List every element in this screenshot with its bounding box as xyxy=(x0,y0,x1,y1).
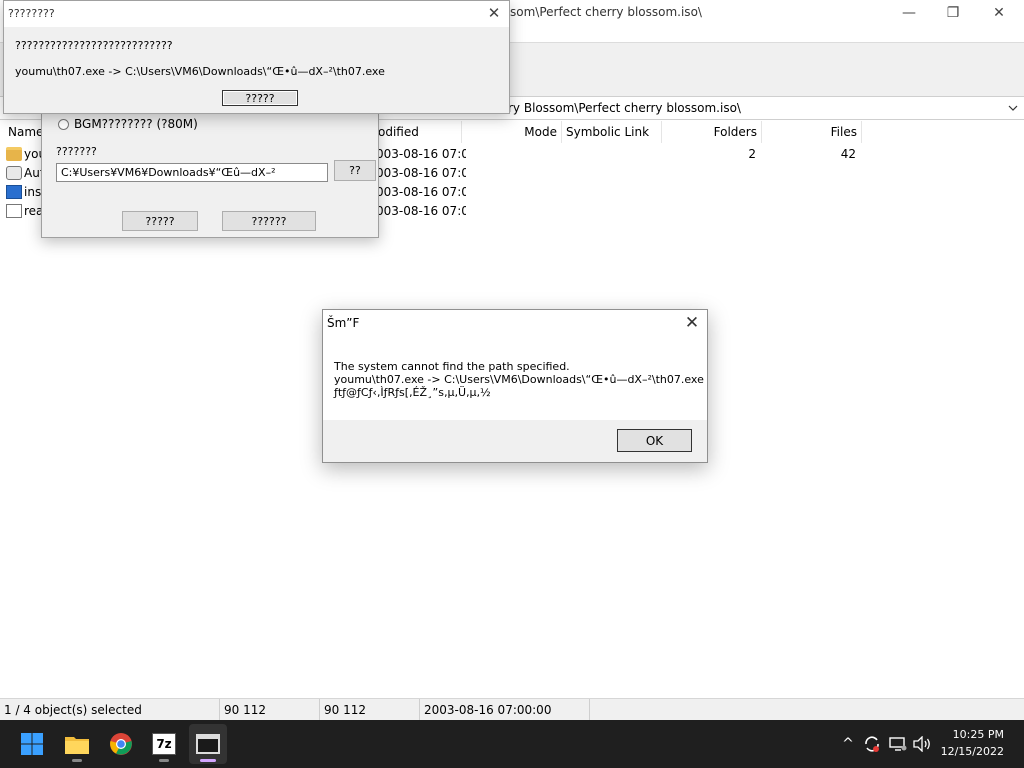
taskbar-active-window[interactable] xyxy=(189,724,227,764)
chrome-icon xyxy=(110,733,132,755)
chevron-down-icon[interactable] xyxy=(1006,100,1020,116)
folder-icon xyxy=(65,737,89,754)
status-size: 90 112 xyxy=(220,699,320,721)
bgm-option-label: BGM???????? (?80M) xyxy=(74,117,198,131)
browse-button[interactable]: ?? xyxy=(334,160,376,181)
error-titlebar: Šm”F ✕ xyxy=(323,310,707,336)
column-header-files[interactable]: Files xyxy=(762,121,862,143)
column-header-folders[interactable]: Folders xyxy=(662,121,762,143)
folder-icon xyxy=(6,147,22,161)
clock-date[interactable]: 12/15/2022 xyxy=(941,745,1004,758)
dialog-title: ???????? xyxy=(8,7,55,20)
sync-icon[interactable] xyxy=(862,734,882,754)
start-icon xyxy=(21,733,43,755)
volume-icon[interactable] xyxy=(912,734,932,754)
installer-cancel-button[interactable]: ?????? xyxy=(222,211,316,231)
column-header-name[interactable]: Name xyxy=(4,121,43,143)
running-indicator xyxy=(159,759,169,762)
bgm-radio[interactable] xyxy=(58,119,69,130)
status-packed-size: 90 112 xyxy=(320,699,420,721)
file-modified: 003-08-16 07:00 xyxy=(376,185,466,199)
dialog-button[interactable]: ????? xyxy=(222,90,298,106)
taskbar: 7z ^ 10:25 PM 12/15/2022 xyxy=(0,720,1024,768)
close-icon[interactable]: ✕ xyxy=(683,313,701,333)
error-dialog-title: Šm”F xyxy=(327,316,360,330)
ok-button[interactable]: OK xyxy=(617,429,692,452)
error-message-detail: ƒtƒ@ƒCƒ‹‚ÌƒRƒs[‚ÉŽ¸”s‚µ‚Ü‚µ‚½ xyxy=(334,386,491,399)
install-path-input[interactable]: C:¥Users¥VM6¥Downloads¥“Œû—dX–² xyxy=(56,163,328,182)
dialog-message: ??????????????????????????? xyxy=(15,39,173,52)
error-dialog: Šm”F ✕ The system cannot find the path s… xyxy=(322,309,708,463)
status-bar: 1 / 4 object(s) selected 90 112 90 112 2… xyxy=(0,698,1024,721)
file-modified: 003-08-16 07:00 xyxy=(376,166,466,180)
file-folders: 2 xyxy=(748,147,756,161)
text-file-icon xyxy=(6,204,22,218)
autorun-icon xyxy=(6,166,22,180)
window-icon xyxy=(196,734,220,754)
address-path: ry Blossom\Perfect cherry blossom.iso\ xyxy=(508,101,741,115)
close-icon[interactable]: ✕ xyxy=(485,4,503,22)
error-message: The system cannot find the path specifie… xyxy=(334,360,704,399)
clock-time[interactable]: 10:25 PM xyxy=(953,728,1004,741)
error-message-line: The system cannot find the path specifie… xyxy=(334,360,570,373)
install-path-label: ??????? xyxy=(56,145,97,158)
7zip-icon: 7z xyxy=(152,733,176,755)
file-files: 42 xyxy=(840,147,856,161)
status-selection: 1 / 4 object(s) selected xyxy=(0,699,220,721)
status-modified: 2003-08-16 07:00:00 xyxy=(420,699,590,721)
network-icon[interactable] xyxy=(888,734,908,754)
taskbar-file-explorer[interactable] xyxy=(58,724,96,764)
column-header-modified[interactable]: odified xyxy=(374,121,462,143)
file-modified: 003-08-16 07:00 xyxy=(376,204,466,218)
show-hidden-icons-chevron-icon[interactable]: ^ xyxy=(838,734,858,754)
minimize-button[interactable]: — xyxy=(886,0,932,26)
installer-dialog: BGM???????? (?80M) ??????? C:¥Users¥VM6¥… xyxy=(41,112,379,238)
taskbar-chrome[interactable] xyxy=(102,724,140,764)
main-window-title: som\Perfect cherry blossom.iso\ xyxy=(510,5,702,19)
running-indicator xyxy=(72,759,82,762)
taskbar-7zip[interactable]: 7z xyxy=(145,724,183,764)
file-modified: 003-08-16 07:00 xyxy=(376,147,466,161)
maximize-button[interactable]: ❐ xyxy=(930,0,976,26)
error-message-path: youmu\th07.exe -> C:\Users\VM6\Downloads… xyxy=(334,373,704,386)
dialog-copy-path: youmu\th07.exe -> C:\Users\VM6\Downloads… xyxy=(15,65,385,78)
installer-icon xyxy=(6,185,22,199)
column-header-symbolic-link[interactable]: Symbolic Link xyxy=(562,121,662,143)
running-indicator xyxy=(200,759,216,762)
error-dialog-footer: OK xyxy=(323,420,707,462)
column-header-mode[interactable]: Mode xyxy=(462,121,562,143)
start-button[interactable] xyxy=(13,724,51,764)
copy-progress-dialog: ???????? ✕ ??????????????????????????? y… xyxy=(3,0,510,114)
installer-ok-button[interactable]: ????? xyxy=(122,211,198,231)
close-button[interactable]: ✕ xyxy=(976,0,1022,26)
dialog-titlebar: ???????? ✕ xyxy=(4,1,509,27)
